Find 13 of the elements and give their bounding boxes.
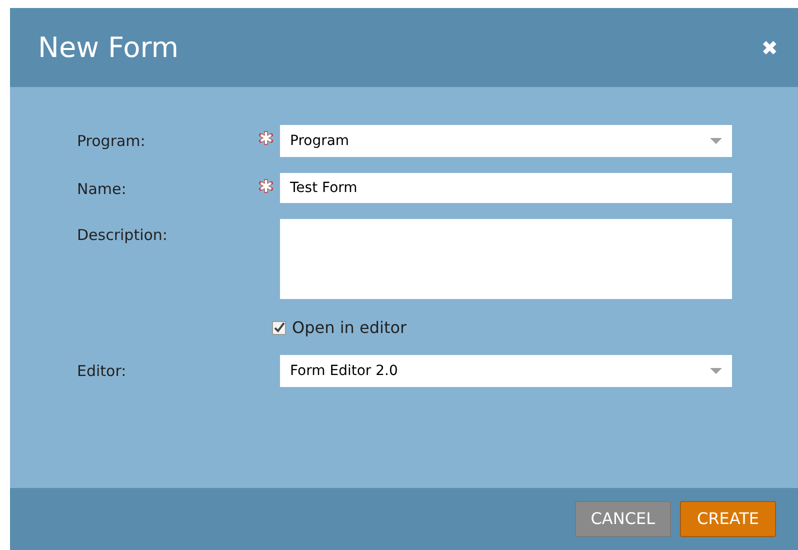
field-label: Name: [77,179,128,200]
field-label: Description: [77,225,168,246]
close-button[interactable]: ✖ [761,32,778,62]
dropdown-caret-icon [710,138,722,144]
dialog-title: New Form [38,30,179,66]
dropdown-caret-icon [710,368,722,374]
field-label: Editor: [77,361,128,382]
dropdown-field[interactable]: Form Editor 2.0 [280,355,732,387]
checkbox-label[interactable]: Open in editor [292,316,407,340]
dropdown-field[interactable]: Program [280,125,732,157]
field-label: Program: [77,131,146,152]
name-input-field[interactable]: Test Form [280,173,732,203]
checkbox[interactable] [272,321,286,335]
